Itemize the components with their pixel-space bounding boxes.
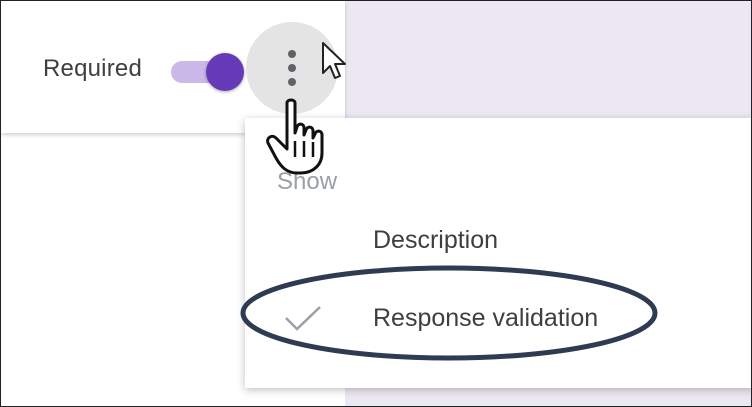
arrow-cursor-icon: [322, 42, 346, 79]
menu-item-label: Description: [373, 226, 499, 254]
menu-item-label: Response validation: [373, 304, 599, 332]
check-icon: [283, 304, 323, 334]
screenshot-frame: Required Show Description Response valid…: [0, 0, 752, 407]
hand-pointer-cursor-icon: [266, 98, 324, 175]
more-vert-icon: [286, 50, 298, 86]
toggle-thumb: [206, 53, 244, 91]
menu-item-response-validation[interactable]: Response validation: [245, 286, 751, 348]
required-label: Required: [43, 55, 142, 82]
menu-item-description[interactable]: Description: [245, 208, 751, 270]
required-toggle[interactable]: [171, 53, 244, 91]
